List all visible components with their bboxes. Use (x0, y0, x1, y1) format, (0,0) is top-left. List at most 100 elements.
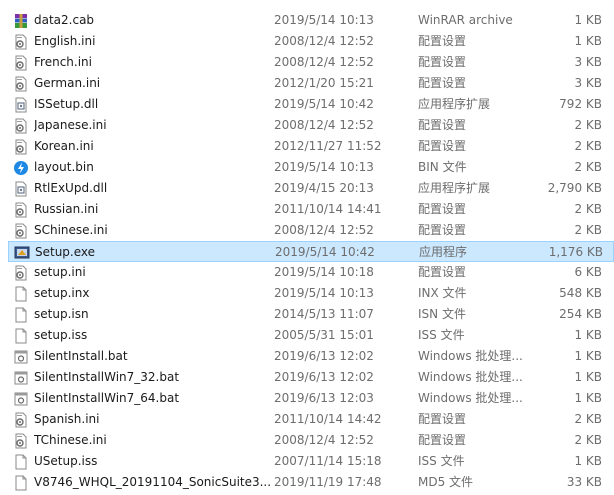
file-name[interactable]: ISSetup.dll (34, 94, 270, 115)
file-type: 配置设置 (418, 202, 467, 216)
blank-file-icon (12, 325, 30, 346)
file-date-modified: 2019/4/15 20:13 (274, 181, 374, 195)
file-date-modified: 2019/5/14 10:13 (274, 160, 374, 174)
file-row[interactable]: Korean.ini 2012/11/27 11:52 配置设置 2 KB (8, 136, 614, 157)
file-type: 配置设置 (418, 433, 467, 447)
file-type: 应用程序 (419, 245, 468, 259)
file-row[interactable]: German.ini 2012/1/20 15:21 配置设置 3 KB (8, 73, 614, 94)
config-settings-icon (12, 409, 30, 430)
file-date-modified: 2005/5/31 15:01 (274, 328, 374, 342)
file-row[interactable]: setup.inx 2019/5/14 10:13 INX 文件 548 KB (8, 283, 614, 304)
blank-file-icon (12, 472, 30, 493)
file-size: 1 KB (574, 13, 602, 27)
file-name[interactable]: RtlExUpd.dll (34, 178, 270, 199)
file-name[interactable]: TChinese.ini (34, 430, 270, 451)
file-name[interactable]: SilentInstall.bat (34, 346, 270, 367)
file-name[interactable]: SChinese.ini (34, 220, 270, 241)
file-size: 1,176 KB (548, 245, 603, 259)
file-name[interactable]: French.ini (34, 52, 270, 73)
file-row[interactable]: Russian.ini 2011/10/14 14:41 配置设置 2 KB (8, 199, 614, 220)
file-type: 配置设置 (418, 76, 467, 90)
file-date-modified: 2008/12/4 12:52 (274, 34, 374, 48)
batch-file-icon (12, 388, 30, 409)
file-date-modified: 2014/5/13 11:07 (274, 307, 374, 321)
file-size: 548 KB (559, 286, 602, 300)
file-name[interactable]: setup.iss (34, 325, 270, 346)
file-date-modified: 2019/5/14 10:13 (274, 13, 374, 27)
file-name[interactable]: data2.cab (34, 10, 270, 31)
file-row[interactable]: English.ini 2008/12/4 12:52 配置设置 1 KB (8, 31, 614, 52)
file-row[interactable]: USetup.iss 2007/11/14 15:18 ISS 文件 1 KB (8, 451, 614, 472)
file-row[interactable]: Setup.exe 2019/5/14 10:42 应用程序 1,176 KB (8, 241, 614, 262)
file-name[interactable]: setup.inx (34, 283, 270, 304)
file-row[interactable]: Japanese.ini 2008/12/4 12:52 配置设置 2 KB (8, 115, 614, 136)
file-name[interactable]: Korean.ini (34, 136, 270, 157)
file-date-modified: 2011/10/14 14:41 (274, 202, 382, 216)
file-date-modified: 2008/12/4 12:52 (274, 55, 374, 69)
file-name[interactable]: V8746_WHQL_20191104_SonicSuite3.... (34, 472, 270, 493)
file-type: WinRAR archive (418, 13, 513, 27)
file-name[interactable]: layout.bin (34, 157, 270, 178)
file-name[interactable]: English.ini (34, 31, 270, 52)
setup-application-icon (13, 242, 31, 263)
file-date-modified: 2019/5/14 10:42 (275, 245, 375, 259)
file-size: 2 KB (574, 433, 602, 447)
file-type: BIN 文件 (418, 160, 467, 174)
config-settings-icon (12, 220, 30, 241)
bin-file-icon (12, 157, 30, 178)
file-name[interactable]: German.ini (34, 73, 270, 94)
file-name[interactable]: Spanish.ini (34, 409, 270, 430)
file-row[interactable]: setup.ini 2019/5/14 10:18 配置设置 6 KB (8, 262, 614, 283)
file-type: 应用程序扩展 (418, 181, 491, 195)
file-row[interactable]: RtlExUpd.dll 2019/4/15 20:13 应用程序扩展 2,790 K… (8, 178, 614, 199)
file-date-modified: 2008/12/4 12:52 (274, 118, 374, 132)
file-size: 2 KB (574, 202, 602, 216)
file-row[interactable]: TChinese.ini 2008/12/4 12:52 配置设置 2 KB (8, 430, 614, 451)
file-name[interactable]: Japanese.ini (34, 115, 270, 136)
file-row[interactable]: SilentInstallWin7_64.bat 2019/6/13 12:03 W… (8, 388, 614, 409)
config-settings-icon (12, 199, 30, 220)
dll-extension-icon (12, 94, 30, 115)
file-date-modified: 2019/6/13 12:03 (274, 391, 374, 405)
file-size: 1 KB (574, 349, 602, 363)
file-date-modified: 2019/5/14 10:18 (274, 265, 374, 279)
batch-file-icon (12, 346, 30, 367)
file-date-modified: 2019/6/13 12:02 (274, 370, 374, 384)
file-name[interactable]: SilentInstallWin7_32.bat (34, 367, 270, 388)
file-row[interactable]: data2.cab 2019/5/14 10:13 WinRAR archive 1 … (8, 10, 614, 31)
config-settings-icon (12, 136, 30, 157)
file-type: Windows 批处理... (418, 370, 523, 384)
file-row[interactable]: French.ini 2008/12/4 12:52 配置设置 3 KB (8, 52, 614, 73)
file-row[interactable]: Spanish.ini 2011/10/14 14:42 配置设置 2 KB (8, 409, 614, 430)
file-row[interactable]: SilentInstall.bat 2019/6/13 12:02 Windows … (8, 346, 614, 367)
file-date-modified: 2008/12/4 12:52 (274, 433, 374, 447)
file-size: 1 KB (574, 328, 602, 342)
file-name[interactable]: SilentInstallWin7_64.bat (34, 388, 270, 409)
file-size: 2,790 KB (547, 181, 602, 195)
file-date-modified: 2011/10/14 14:42 (274, 412, 382, 426)
file-name[interactable]: Setup.exe (35, 242, 271, 263)
file-size: 2 KB (574, 412, 602, 426)
file-type: Windows 批处理... (418, 349, 523, 363)
blank-file-icon (12, 304, 30, 325)
file-name[interactable]: setup.isn (34, 304, 270, 325)
config-settings-icon (12, 31, 30, 52)
file-size: 33 KB (566, 475, 602, 489)
file-size: 2 KB (574, 139, 602, 153)
blank-file-icon (12, 283, 30, 304)
file-row[interactable]: V8746_WHQL_20191104_SonicSuite3.... 2019/… (8, 472, 614, 493)
file-row[interactable]: SChinese.ini 2008/12/4 12:52 配置设置 2 KB (8, 220, 614, 241)
file-row[interactable]: layout.bin 2019/5/14 10:13 BIN 文件 2 KB (8, 157, 614, 178)
config-settings-icon (12, 262, 30, 283)
file-type: ISN 文件 (418, 307, 466, 321)
file-size: 2 KB (574, 223, 602, 237)
file-row[interactable]: ISSetup.dll 2019/5/14 10:42 应用程序扩展 792 KB (8, 94, 614, 115)
file-row[interactable]: setup.isn 2014/5/13 11:07 ISN 文件 254 KB (8, 304, 614, 325)
config-settings-icon (12, 430, 30, 451)
file-type: 配置设置 (418, 118, 467, 132)
file-row[interactable]: SilentInstallWin7_32.bat 2019/6/13 12:02 W… (8, 367, 614, 388)
file-name[interactable]: setup.ini (34, 262, 270, 283)
file-row[interactable]: setup.iss 2005/5/31 15:01 ISS 文件 1 KB (8, 325, 614, 346)
file-name[interactable]: Russian.ini (34, 199, 270, 220)
file-name[interactable]: USetup.iss (34, 451, 270, 472)
